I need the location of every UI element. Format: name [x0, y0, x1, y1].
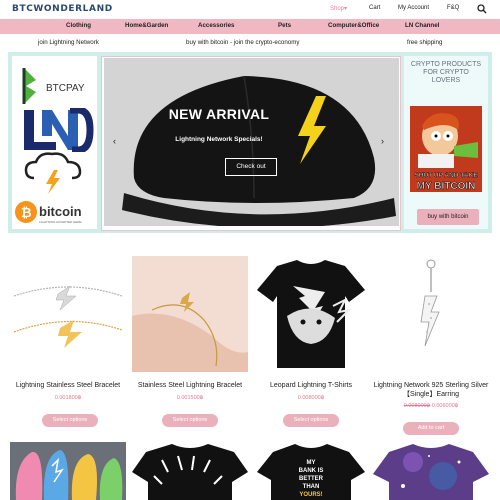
shirt-text-4: THAN: [303, 484, 320, 490]
promo-bitcoin: buy with bitcoin - join the crypto-econo…: [186, 39, 300, 46]
product-image-3[interactable]: [253, 256, 369, 372]
select-options-button-1[interactable]: Select options: [42, 414, 98, 427]
check-out-button[interactable]: Check out: [225, 158, 277, 176]
slide-title: NEW ARRIVAL: [168, 106, 270, 122]
select-options-button-2[interactable]: Select options: [162, 414, 218, 427]
slide-subtitle: Lightning Network Specials!: [175, 136, 263, 143]
nav-item-accessories[interactable]: Accessories: [198, 22, 234, 29]
product-price-4: 0.008000฿ 0.006000฿: [369, 403, 493, 409]
product-price-1: 0.001800฿: [54, 395, 82, 401]
product-image-6[interactable]: [132, 442, 248, 500]
faq-link[interactable]: F&Q: [447, 5, 459, 11]
btcpay-text: BTCPAY: [46, 83, 85, 94]
svg-text:₿: ₿: [21, 206, 32, 221]
product-name-2[interactable]: Stainless Steel Lightning Bracelet: [128, 381, 252, 390]
payment-logos-panel: BTCPAY ₿ bitcoin LIGHTNING ACCEPTED HERE: [12, 56, 97, 229]
nav-item-clothing[interactable]: Clothing: [66, 22, 91, 29]
lightning-accepted-text: LIGHTNING ACCEPTED HERE: [39, 220, 82, 224]
product-image-2[interactable]: [132, 256, 248, 372]
search-icon[interactable]: [477, 4, 487, 14]
product-price-3: 0.008000฿: [297, 395, 325, 401]
top-header: BTCWONDERLAND Shop▾ Cart My Account F&Q: [0, 0, 500, 20]
slider-next-arrow[interactable]: ›: [381, 136, 384, 146]
nav-item-pets[interactable]: Pets: [278, 22, 291, 29]
product-name-3[interactable]: Leopard Lightning T-Shirts: [249, 381, 373, 390]
promo-shipping: free shipping: [407, 39, 443, 46]
nav-item-computer-office[interactable]: Computer&Office: [328, 22, 379, 29]
cart-link[interactable]: Cart: [369, 5, 380, 11]
my-account-link[interactable]: My Account: [398, 5, 429, 11]
category-nav: Clothing Home&Garden Accessories Pets Co…: [0, 19, 500, 34]
promo-strip: join Lightning Network buy with bitcoin …: [0, 36, 500, 50]
svg-text:SHUT UP AND TAKE: SHUT UP AND TAKE: [414, 172, 478, 179]
lightning-cloud-logo: [24, 152, 82, 194]
product-image-1[interactable]: [10, 256, 126, 372]
add-to-cart-button-4[interactable]: Add to cart: [403, 422, 459, 435]
product-image-5[interactable]: [10, 442, 126, 500]
site-logo[interactable]: BTCWONDERLAND: [12, 4, 113, 14]
shirt-text-5: YOURS!: [299, 492, 322, 498]
product-image-4[interactable]: [373, 256, 489, 372]
btcpay-logo: BTCPAY: [22, 68, 85, 104]
select-options-button-3[interactable]: Select options: [283, 414, 339, 427]
bitcoin-text: bitcoin: [39, 204, 82, 219]
promo-lightning: join Lightning Network: [38, 39, 99, 46]
product-image-8[interactable]: [373, 442, 489, 500]
product-name-1[interactable]: Lightning Stainless Steel Bracelet: [6, 381, 130, 390]
svg-text:MY BITCOIN: MY BITCOIN: [417, 181, 476, 192]
chevron-down-icon: ▾: [344, 6, 348, 12]
product-price-2: 0.001500฿: [176, 395, 204, 401]
buy-with-bitcoin-button[interactable]: buy with bitcoin: [417, 209, 479, 225]
shirt-text-3: BETTER: [299, 476, 324, 482]
shop-menu-link[interactable]: Shop▾: [330, 5, 347, 12]
crypto-promo-title: CRYPTO PRODUCTS FOR CRYPTO LOVERS: [410, 61, 482, 84]
slider-prev-arrow[interactable]: ‹: [113, 136, 116, 146]
old-price-4: 0.008000฿: [403, 403, 431, 409]
shirt-text-2: BANK IS: [299, 468, 324, 474]
shop-link-label: Shop: [330, 6, 345, 12]
shirt-text-1: MY: [307, 460, 316, 466]
product-image-7[interactable]: MY BANK IS BETTER THAN YOURS!: [253, 442, 369, 500]
product-name-4[interactable]: Lightning Network 925 Sterling Silver【Si…: [369, 381, 493, 399]
nav-item-ln-channel[interactable]: LN Channel: [405, 22, 439, 29]
lnd-logo: [24, 108, 94, 152]
bitcoin-logo: ₿ bitcoin LIGHTNING ACCEPTED HERE: [15, 201, 82, 224]
fry-meme-image: SHUT UP AND TAKE MY BITCOIN: [410, 106, 482, 192]
sale-price-4: 0.006000฿: [431, 403, 459, 409]
nav-item-home-garden[interactable]: Home&Garden: [125, 22, 168, 29]
